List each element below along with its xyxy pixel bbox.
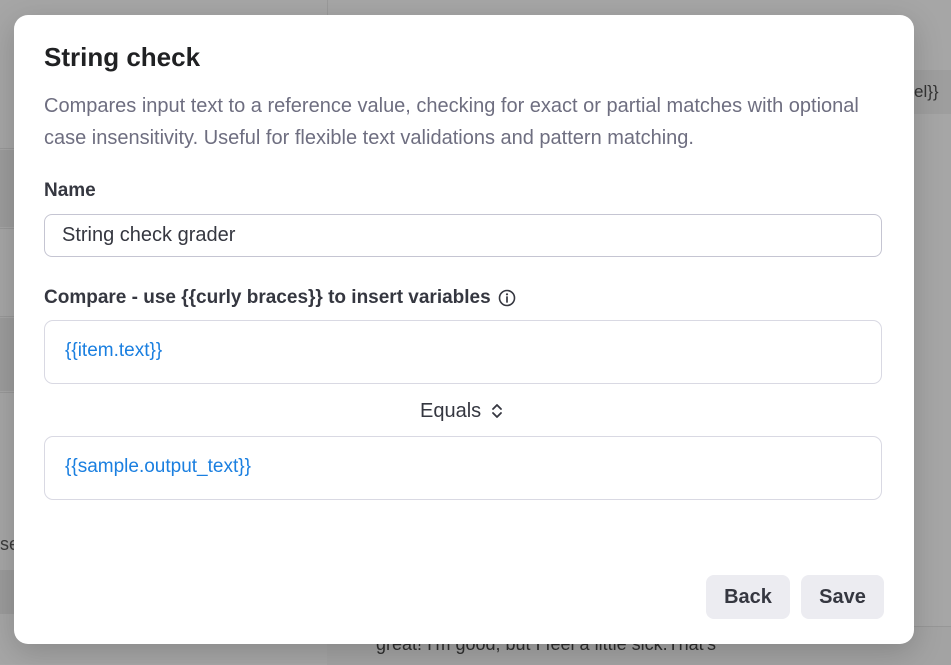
modal-description: Compares input text to a reference value… bbox=[44, 95, 859, 149]
background-variable-text: el}} bbox=[914, 82, 939, 101]
modal-title: String check bbox=[44, 42, 201, 72]
string-check-modal: String check Compares input text to a re… bbox=[14, 15, 914, 644]
name-label: Name bbox=[44, 180, 96, 202]
info-icon[interactable] bbox=[498, 289, 516, 307]
reference-variable-field[interactable]: {{sample.output_text}} bbox=[44, 436, 882, 500]
back-button[interactable]: Back bbox=[706, 575, 790, 619]
compare-label: Compare - use {{curly braces}} to insert… bbox=[44, 287, 516, 309]
chevrons-up-down-icon bbox=[489, 402, 505, 420]
operator-select[interactable]: Equals bbox=[420, 398, 505, 424]
input-variable-field[interactable]: {{item.text}} bbox=[44, 320, 882, 384]
name-label-text: Name bbox=[44, 180, 96, 201]
compare-label-text: Compare - use {{curly braces}} to insert… bbox=[44, 287, 491, 308]
reference-variable-text: {{sample.output_text}} bbox=[65, 456, 251, 477]
name-input[interactable] bbox=[44, 214, 882, 257]
operator-label: Equals bbox=[420, 399, 482, 422]
input-variable-text: {{item.text}} bbox=[65, 340, 163, 361]
save-button[interactable]: Save bbox=[801, 575, 884, 619]
